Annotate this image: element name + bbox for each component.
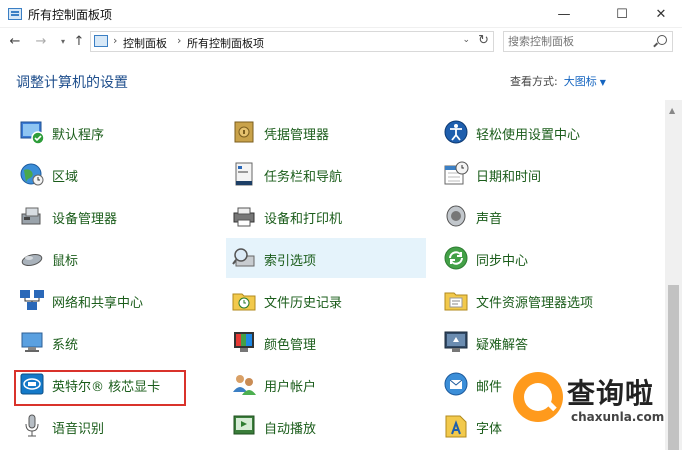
item-label: 日期和时间 bbox=[476, 170, 542, 185]
item-label: 同步中心 bbox=[476, 254, 529, 269]
item-label: 轻松使用设置中心 bbox=[476, 128, 581, 143]
ease-of-access-icon bbox=[444, 120, 468, 144]
back-button[interactable]: ← bbox=[6, 31, 24, 51]
search-box[interactable] bbox=[503, 31, 673, 52]
highlight-annotation bbox=[14, 370, 186, 406]
item-label: 索引选项 bbox=[264, 254, 317, 269]
item-label: 鼠标 bbox=[52, 254, 79, 269]
item-label: 设备管理器 bbox=[52, 212, 118, 227]
address-dropdown-icon[interactable]: ⌄ bbox=[462, 35, 470, 45]
item-speech-recognition[interactable]: 语音识别 bbox=[14, 406, 214, 446]
speaker-icon bbox=[446, 205, 466, 227]
item-user-accounts[interactable]: 用户帐户 bbox=[226, 364, 426, 404]
item-mouse[interactable]: 鼠标 bbox=[14, 238, 214, 278]
watermark-logo-icon bbox=[513, 372, 563, 422]
printer-icon bbox=[233, 207, 255, 227]
chevron-down-icon[interactable]: ▼ bbox=[600, 78, 606, 87]
item-label: 颜色管理 bbox=[264, 338, 317, 353]
item-sync-center[interactable]: 同步中心 bbox=[438, 238, 638, 278]
item-date-time[interactable]: 日期和时间 bbox=[438, 154, 638, 194]
folder-clock-icon bbox=[232, 293, 256, 311]
item-network-sharing[interactable]: 网络和共享中心 bbox=[14, 280, 214, 320]
item-region[interactable]: 区域 bbox=[14, 154, 214, 194]
navigation-bar: ← → ▾ ↑ › 控制面板 › 所有控制面板项 ⌄ ↻ bbox=[0, 28, 682, 54]
item-label: 语音识别 bbox=[52, 422, 105, 437]
item-system[interactable]: 系统 bbox=[14, 322, 214, 362]
item-label: 用户帐户 bbox=[264, 380, 317, 395]
item-label: 默认程序 bbox=[52, 128, 105, 143]
users-icon bbox=[233, 375, 256, 395]
item-label: 设备和打印机 bbox=[264, 212, 343, 227]
breadcrumb-separator[interactable]: › bbox=[113, 34, 117, 47]
default-programs-icon bbox=[20, 121, 45, 145]
troubleshooting-icon bbox=[444, 331, 468, 352]
mouse-icon bbox=[21, 254, 43, 266]
breadcrumb-separator[interactable]: › bbox=[177, 34, 181, 47]
item-device-manager[interactable]: 设备管理器 bbox=[14, 196, 214, 236]
item-color-management[interactable]: 颜色管理 bbox=[226, 322, 426, 362]
item-indexing[interactable]: 索引选项 bbox=[226, 238, 426, 278]
forward-button[interactable]: → bbox=[32, 31, 50, 51]
device-manager-icon bbox=[21, 207, 41, 225]
minimize-button[interactable]: — bbox=[541, 0, 587, 28]
item-autoplay[interactable]: 自动播放 bbox=[226, 406, 426, 446]
item-label: 网络和共享中心 bbox=[52, 296, 144, 311]
item-devices-printers[interactable]: 设备和打印机 bbox=[226, 196, 426, 236]
window-title: 所有控制面板项 bbox=[28, 8, 113, 22]
item-label: 任务栏和导航 bbox=[264, 170, 343, 185]
view-by-dropdown[interactable]: 大图标 bbox=[564, 75, 597, 88]
up-button[interactable]: ↑ bbox=[70, 31, 88, 51]
item-troubleshooting[interactable]: 疑难解答 bbox=[438, 322, 638, 362]
mail-icon bbox=[444, 372, 468, 396]
item-ease-of-access[interactable]: 轻松使用设置中心 bbox=[438, 112, 638, 152]
credential-vault-icon bbox=[234, 121, 254, 143]
control-panel-icon bbox=[94, 35, 108, 47]
item-label: 文件历史记录 bbox=[264, 296, 343, 311]
view-by-label: 查看方式: bbox=[510, 75, 558, 88]
page-title: 调整计算机的设置 bbox=[16, 75, 128, 91]
fonts-icon bbox=[445, 415, 467, 438]
indexing-icon bbox=[232, 248, 255, 267]
item-label: 文件资源管理器选项 bbox=[476, 296, 594, 311]
taskbar-icon bbox=[235, 162, 253, 186]
watermark-url: chaxunla.com bbox=[571, 410, 665, 424]
item-label: 系统 bbox=[52, 338, 79, 353]
item-file-history[interactable]: 文件历史记录 bbox=[226, 280, 426, 320]
item-default-programs[interactable]: 默认程序 bbox=[14, 112, 214, 152]
close-button[interactable]: ✕ bbox=[638, 0, 682, 28]
microphone-icon bbox=[25, 414, 39, 437]
search-input[interactable] bbox=[508, 34, 648, 49]
item-sound[interactable]: 声音 bbox=[438, 196, 638, 236]
address-bar[interactable]: › 控制面板 › 所有控制面板项 ⌄ ↻ bbox=[90, 31, 494, 52]
item-file-explorer-options[interactable]: 文件资源管理器选项 bbox=[438, 280, 638, 320]
autoplay-icon bbox=[233, 415, 255, 435]
color-management-icon bbox=[234, 332, 254, 352]
system-icon bbox=[21, 332, 43, 352]
network-icon bbox=[20, 290, 44, 310]
watermark-text: 查询啦 bbox=[567, 377, 655, 410]
item-label: 凭据管理器 bbox=[264, 128, 330, 143]
search-icon[interactable] bbox=[657, 35, 667, 45]
scroll-up-icon[interactable]: ▲ bbox=[669, 106, 675, 115]
globe-clock-icon bbox=[20, 163, 44, 186]
item-label: 邮件 bbox=[476, 380, 503, 395]
sync-icon bbox=[444, 246, 468, 270]
refresh-button[interactable]: ↻ bbox=[478, 33, 489, 48]
breadcrumb-control-panel[interactable]: 控制面板 bbox=[123, 35, 167, 51]
item-credential-manager[interactable]: 凭据管理器 bbox=[226, 112, 426, 152]
item-label: 疑难解答 bbox=[476, 338, 529, 353]
watermark: 查询啦 chaxunla.com bbox=[505, 368, 677, 440]
item-label: 字体 bbox=[476, 422, 503, 437]
folder-options-icon bbox=[444, 292, 468, 311]
item-label: 声音 bbox=[476, 212, 503, 227]
item-label: 自动播放 bbox=[264, 422, 317, 437]
calendar-clock-icon bbox=[444, 161, 469, 185]
breadcrumb-all-items[interactable]: 所有控制面板项 bbox=[187, 35, 264, 51]
item-taskbar-nav[interactable]: 任务栏和导航 bbox=[226, 154, 426, 194]
view-by: 查看方式: 大图标 ▼ bbox=[510, 73, 606, 89]
title-bar: 所有控制面板项 — ☐ ✕ bbox=[0, 0, 682, 28]
control-panel-icon bbox=[8, 8, 22, 20]
item-label: 区域 bbox=[52, 170, 79, 185]
